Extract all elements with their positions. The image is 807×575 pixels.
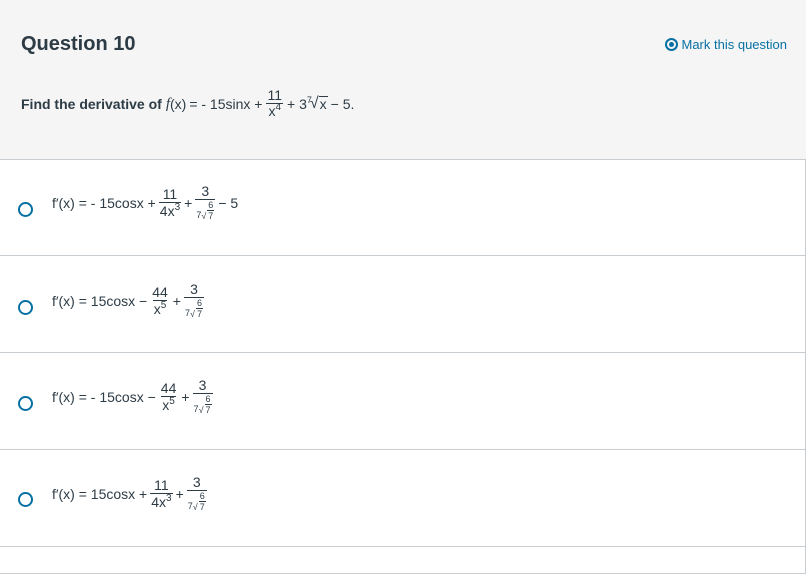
question-prompt: Find the derivative of f (x) = - 15sinx … [21, 84, 354, 124]
root-expression: 7 √ [193, 404, 204, 415]
answer-fraction-2: 3 7 √ 67 [186, 474, 207, 512]
operator: + [172, 292, 181, 309]
prompt-tail: − 5. [330, 96, 355, 112]
operator: + [184, 194, 193, 211]
prompt-function-arg: (x) [169, 96, 187, 112]
prompt-den-exponent: 4 [275, 101, 282, 113]
radical-icon: √ [192, 502, 198, 512]
answer-equation: f′(x) = - 15cosx + 11 4x 3 + 3 7 √ 67 − 5 [52, 183, 239, 222]
inner-denominator: 7 [198, 501, 206, 512]
answer-fraction-2: 3 7 √ 67 [192, 377, 213, 415]
prompt-fraction: 11 x4 [265, 86, 284, 121]
fraction-denominator: 4x 3 [158, 201, 182, 219]
den-base: x [153, 300, 161, 317]
fraction-denominator: 7 √ 67 [192, 393, 213, 415]
den-base: 4x [151, 493, 167, 510]
answer-lhs: f′(x) = 15cosx + [52, 485, 148, 502]
inner-numerator: 6 [196, 298, 202, 308]
mark-question-toggle[interactable]: Mark this question [664, 37, 788, 52]
answer-fraction-1: 11 4x 3 [158, 185, 182, 219]
fraction-numerator: 44 [152, 283, 168, 300]
inner-numerator: 6 [199, 491, 205, 501]
answer-equation: f′(x) = - 15cosx − 44 x5 + 3 7 √ 67 [52, 378, 216, 415]
radio-marked-icon [664, 38, 678, 51]
operator: + [175, 485, 184, 502]
answer-option[interactable]: f′(x) = 15cosx − 44 x5 + 3 7 √ 67 [0, 257, 806, 353]
fraction-numerator: 11 [162, 185, 178, 202]
den-base: 4x [159, 202, 175, 219]
fraction-numerator: 3 [201, 183, 210, 199]
inner-numerator: 6 [208, 200, 214, 210]
answer-fraction-1: 11 4x 3 [150, 476, 173, 510]
fraction-denominator: x5 [152, 299, 168, 317]
operator: + [181, 388, 190, 405]
inner-denominator: 7 [207, 210, 215, 221]
inner-fraction: 67 [198, 491, 206, 512]
answer-fraction-1: 44 x5 [159, 379, 179, 413]
radio-button[interactable] [18, 492, 33, 507]
answer-fraction-1: 44 x5 [150, 283, 170, 317]
radio-button[interactable] [18, 396, 33, 411]
prompt-radical: 7 √ x [306, 95, 328, 112]
den-exponent: 5 [169, 395, 175, 407]
answer-option[interactable]: f′(x) = - 15cosx + 11 4x 3 + 3 7 √ 67 − 5 [0, 160, 806, 256]
root-index: 7 [196, 210, 202, 220]
root-expression: 7 √ [196, 210, 207, 221]
fraction-denominator: 7 √ 67 [195, 199, 216, 221]
answer-option[interactable]: f′(x) = - 15cosx − 44 x5 + 3 7 √ 67 [0, 354, 806, 450]
fraction-denominator: 7 √ 67 [186, 490, 207, 512]
inner-denominator: 7 [204, 404, 212, 415]
inner-denominator: 7 [195, 308, 203, 319]
prompt-lead: Find the derivative of [21, 96, 162, 112]
root-index: 7 [187, 501, 193, 511]
root-expression: 7 √ [184, 308, 195, 319]
answer-lhs: f′(x) = - 15cosx + [52, 194, 156, 211]
inner-fraction: 67 [207, 200, 215, 221]
question-header: Question 10 Mark this question Find the … [0, 0, 806, 160]
den-base: x [162, 396, 170, 413]
fraction-numerator: 44 [160, 379, 177, 396]
fraction-numerator: 3 [192, 474, 201, 490]
mark-question-label: Mark this question [681, 37, 788, 52]
den-exponent: 5 [160, 299, 167, 311]
prompt-root-index: 7 [306, 95, 312, 105]
radical-icon: √ [201, 211, 207, 221]
radio-button[interactable] [18, 300, 33, 315]
inner-fraction: 67 [195, 298, 203, 319]
prompt-equation: f (x) = - 15sinx + 11 x4 + 3 7 √ x − 5. [166, 86, 355, 121]
root-expression: 7 √ [187, 501, 198, 512]
fraction-numerator: 3 [198, 377, 207, 393]
answer-tail: − 5 [218, 194, 239, 211]
root-index: 7 [184, 308, 190, 318]
root-index: 7 [193, 404, 199, 414]
radio-button[interactable] [18, 202, 33, 217]
inner-fraction: 67 [204, 394, 212, 415]
inner-numerator: 6 [205, 394, 211, 404]
answer-fraction-2: 3 7 √ 67 [183, 281, 204, 319]
prompt-equals-part: = - 15sinx + [189, 96, 263, 112]
prompt-fraction-denominator: x4 [266, 101, 284, 121]
radical-icon: √ [198, 405, 204, 415]
answer-option[interactable]: f′(x) = 15cosx + 11 4x 3 + 3 7 √ 67 [0, 451, 806, 547]
fraction-denominator: 7 √ 67 [183, 297, 204, 319]
question-title: Question 10 [21, 33, 136, 55]
answer-fraction-2: 3 7 √ 67 [195, 183, 216, 221]
radical-icon: √ [190, 309, 195, 319]
answer-lhs: f′(x) = - 15cosx − [52, 388, 156, 405]
prompt-radicand: x [318, 96, 328, 112]
prompt-plus-coef: + 3 [287, 96, 307, 112]
fraction-denominator: 4x 3 [150, 492, 173, 510]
fraction-numerator: 3 [190, 281, 198, 297]
answer-equation: f′(x) = 15cosx + 11 4x 3 + 3 7 √ 67 [52, 475, 210, 512]
den-exponent: 3 [174, 201, 181, 213]
fraction-denominator: x5 [161, 395, 176, 413]
answer-lhs: f′(x) = 15cosx − [52, 292, 148, 309]
den-exponent: 3 [166, 492, 172, 504]
prompt-fraction-numerator: 11 [267, 86, 283, 103]
answer-equation: f′(x) = 15cosx − 44 x5 + 3 7 √ 67 [52, 282, 207, 319]
fraction-numerator: 11 [154, 476, 169, 493]
